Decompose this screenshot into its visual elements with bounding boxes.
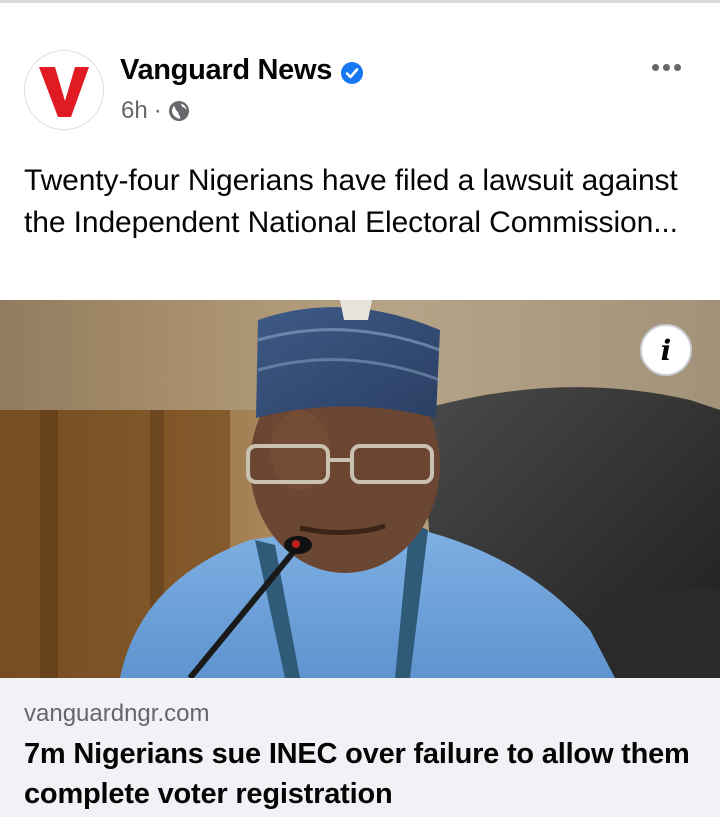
post-timestamp[interactable]: 6h: [121, 96, 148, 126]
more-options-dot: [662, 63, 670, 71]
vanguard-logo-icon: [25, 51, 103, 129]
more-options-dot: [651, 63, 659, 71]
post-photo[interactable]: [0, 300, 720, 678]
verified-badge-icon: [340, 58, 364, 84]
more-options-button[interactable]: [644, 52, 688, 82]
more-options-dot: [673, 63, 681, 71]
page-name-row: Vanguard News: [120, 52, 364, 88]
meta-separator: ·: [153, 97, 162, 124]
post-meta: 6h ·: [121, 96, 190, 126]
globe-icon: [168, 100, 190, 122]
post-card: Vanguard News 6h · Twenty-four Nigerians…: [0, 0, 720, 817]
info-button[interactable]: i: [640, 324, 692, 376]
link-title[interactable]: 7m Nigerians sue INEC over failure to al…: [24, 734, 704, 814]
info-icon: i: [660, 333, 672, 367]
page-name[interactable]: Vanguard News: [120, 52, 332, 88]
link-domain[interactable]: vanguardngr.com: [24, 699, 209, 729]
page-avatar[interactable]: [24, 50, 104, 130]
top-divider: [0, 0, 720, 3]
post-text: Twenty-four Nigerians have filed a lawsu…: [24, 164, 678, 239]
photo-illustration: [0, 300, 720, 678]
